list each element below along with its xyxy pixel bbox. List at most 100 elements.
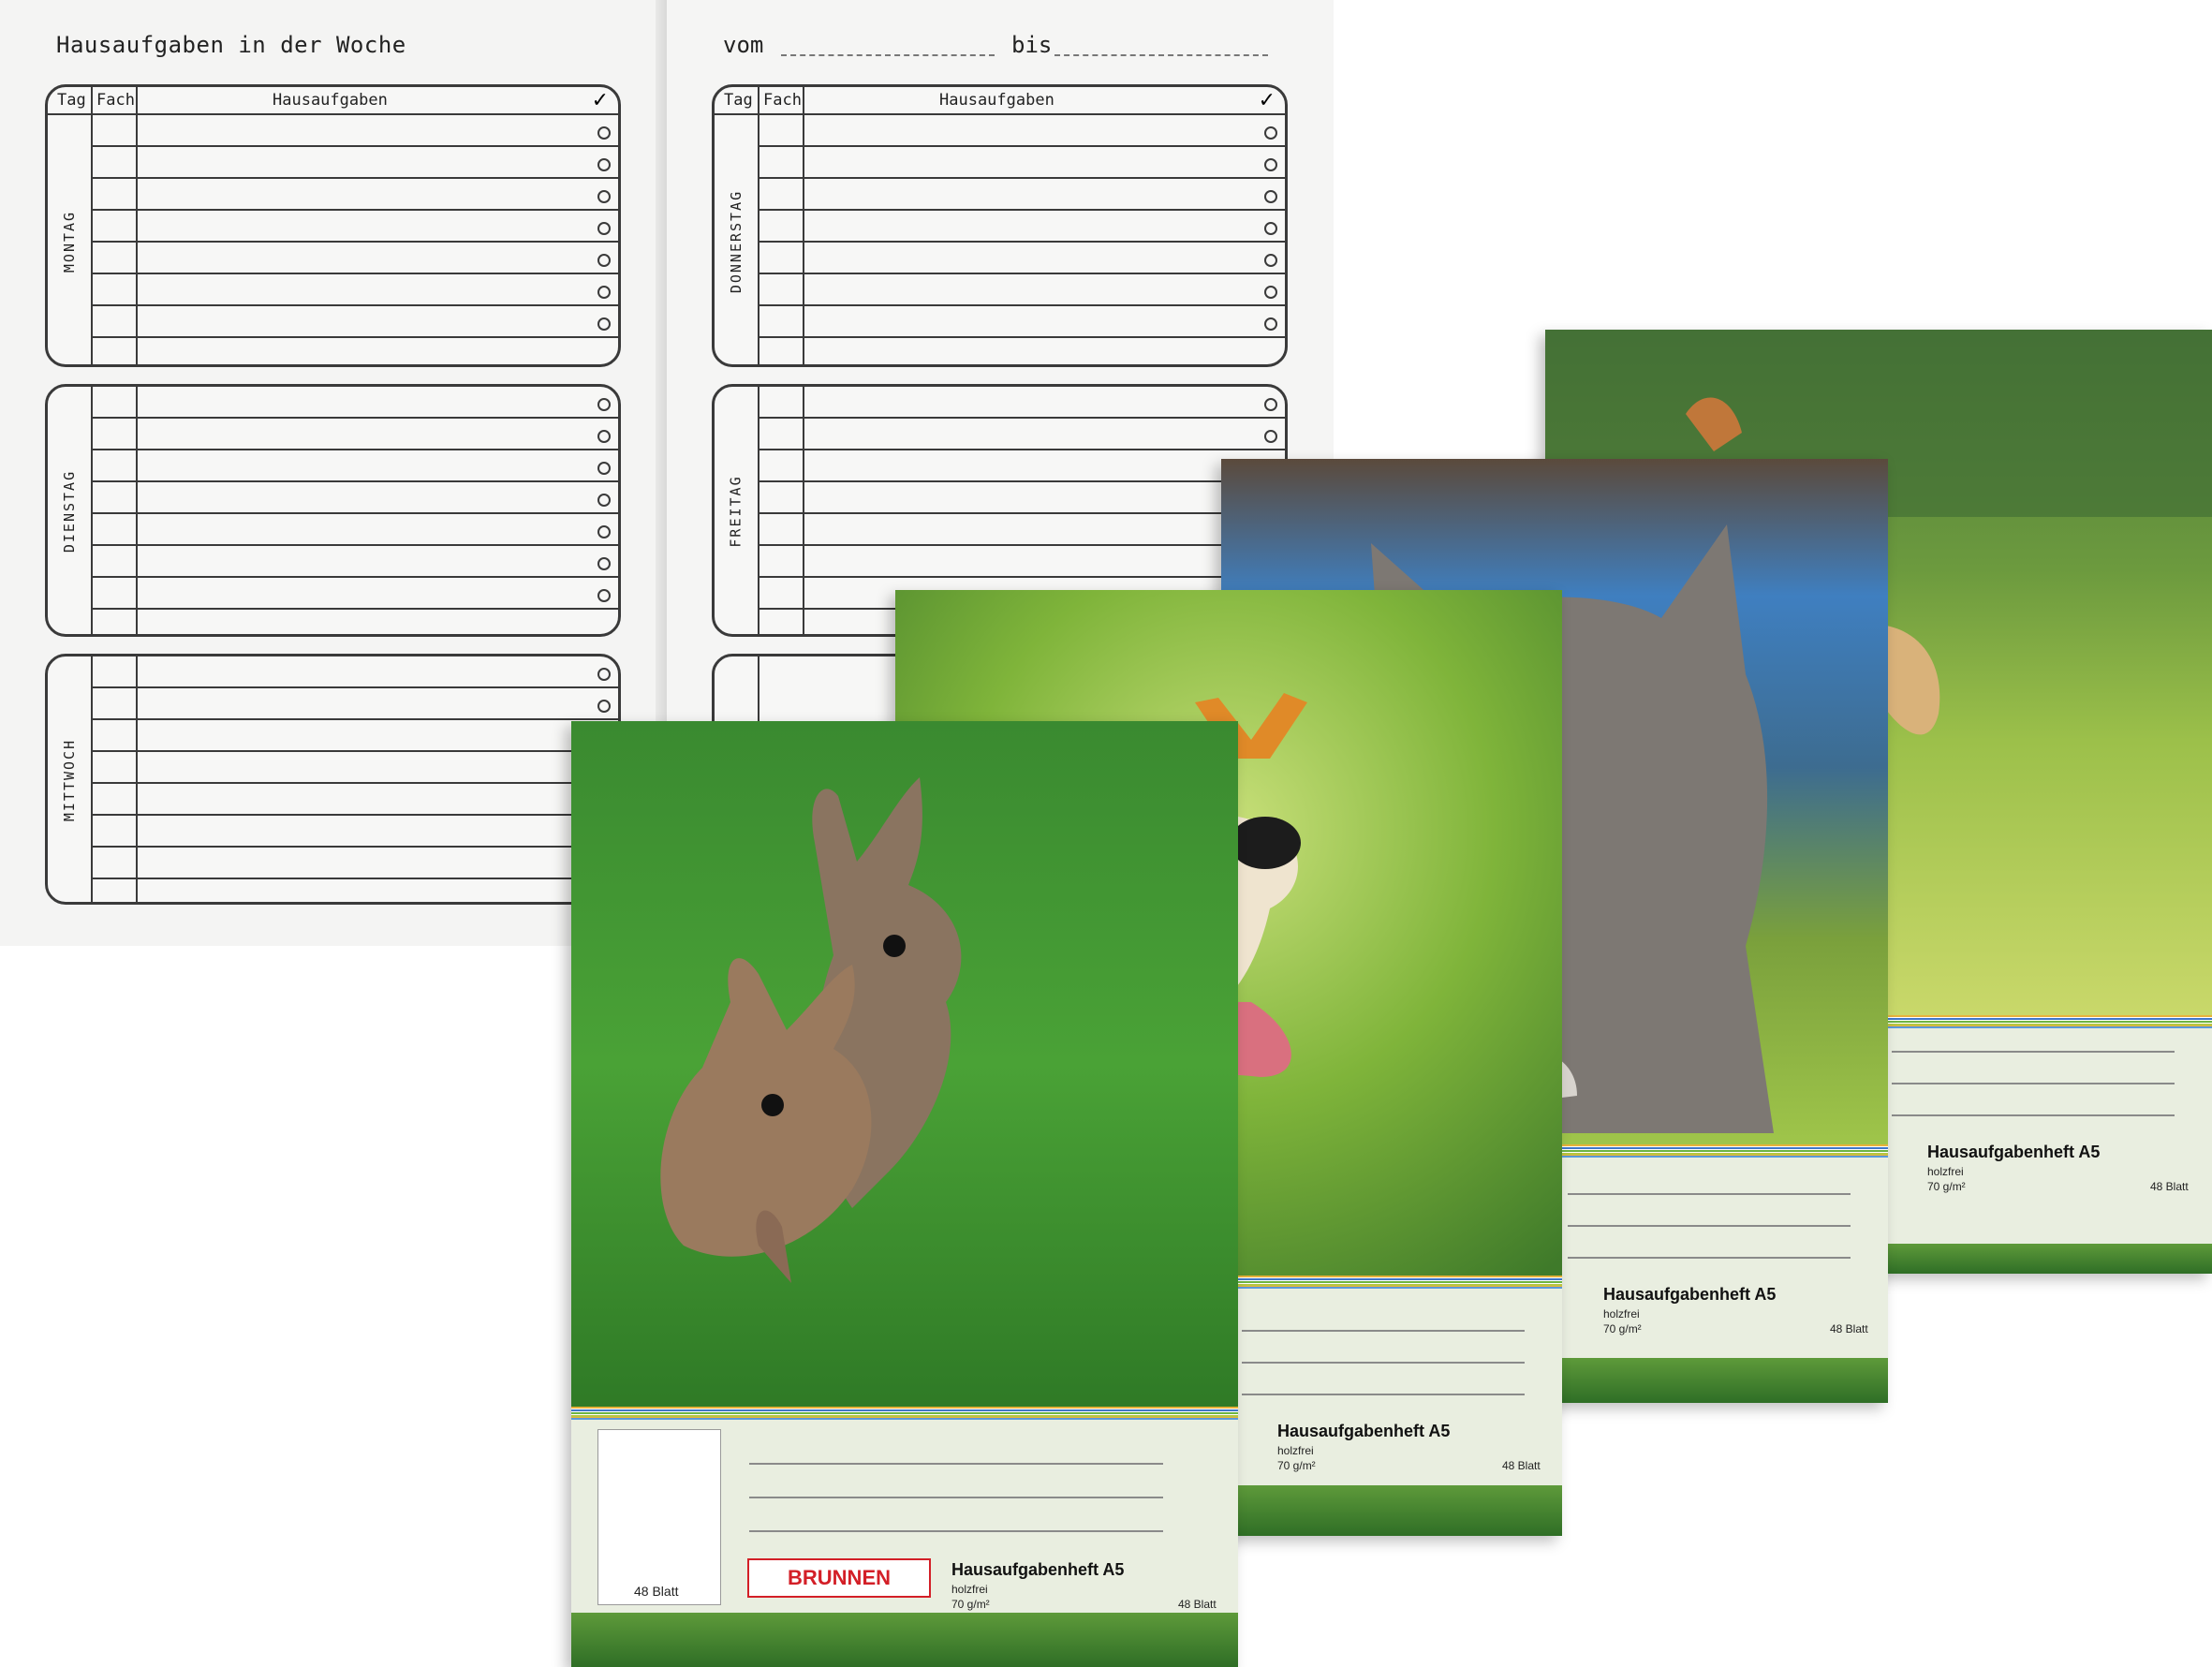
row-line [91, 846, 618, 848]
checkbox-circle[interactable] [597, 430, 611, 443]
checkbox-circle[interactable] [597, 190, 611, 203]
subject-column-divider [803, 87, 804, 364]
row-line [758, 512, 1285, 514]
day-column-divider [91, 87, 93, 364]
cover-rabbits[interactable]: 48 Blatt BRUNNEN Hausaufgabenheft A5 hol… [571, 721, 1238, 1667]
row-line [91, 449, 618, 450]
row-line [758, 417, 1285, 419]
row-line [91, 750, 618, 752]
write-line[interactable] [1892, 1114, 2175, 1116]
checkbox-circle[interactable] [1264, 254, 1277, 267]
color-stripes [571, 1407, 1238, 1420]
day-label: DONNERSTAG [728, 189, 745, 294]
day-box-wednesday: MITTWOCH [45, 654, 621, 905]
checkbox-circle[interactable] [597, 557, 611, 570]
cover-weight: 70 g/m² [1603, 1322, 1642, 1335]
row-line [91, 273, 618, 274]
cover-weight: 70 g/m² [1927, 1180, 1966, 1193]
subject-column-divider [136, 656, 138, 902]
write-line[interactable] [1242, 1394, 1525, 1395]
row-line [91, 576, 618, 578]
day-box-tuesday: DIENSTAG [45, 384, 621, 637]
checkbox-circle[interactable] [597, 286, 611, 299]
checkbox-circle[interactable] [597, 462, 611, 475]
write-line[interactable] [1568, 1193, 1851, 1195]
mini-planner-preview: 48 Blatt [597, 1429, 721, 1605]
write-line[interactable] [1568, 1257, 1851, 1259]
row-line [91, 145, 618, 147]
row-line [758, 480, 1285, 482]
day-label: MITTWOCH [61, 738, 78, 822]
row-line [758, 177, 1285, 179]
row-line [91, 814, 618, 816]
day-label-box: FREITAG [715, 387, 758, 636]
cover-sheets: 48 Blatt [1830, 1322, 1868, 1335]
row-line [758, 544, 1285, 546]
from-date-field[interactable] [781, 54, 995, 56]
day-label-box: DIENSTAG [48, 387, 91, 636]
checkbox-circle[interactable] [1264, 190, 1277, 203]
checkbox-circle[interactable] [1264, 398, 1277, 411]
row-line [91, 544, 618, 546]
checkmark-icon: ✓ [591, 89, 609, 112]
col-header-day: Tag [57, 91, 86, 110]
checkbox-circle[interactable] [597, 494, 611, 507]
row-line [91, 512, 618, 514]
day-column-divider [91, 387, 93, 634]
checkbox-circle[interactable] [597, 158, 611, 171]
checkbox-circle[interactable] [1264, 126, 1277, 140]
row-line [758, 576, 1285, 578]
day-label: FREITAG [728, 475, 745, 548]
cover-title: Hausaufgabenheft A5 [1927, 1143, 2101, 1161]
checkbox-circle[interactable] [597, 254, 611, 267]
checkbox-circle[interactable] [1264, 317, 1277, 331]
checkbox-circle[interactable] [1264, 222, 1277, 235]
write-line[interactable] [749, 1463, 1163, 1465]
day-box-thursday: Tag Fach Hausaufgaben ✓ DONNERSTAG [712, 84, 1288, 367]
checkbox-circle[interactable] [597, 222, 611, 235]
cover-title: Hausaufgabenheft A5 [1603, 1285, 1777, 1304]
checkbox-circle[interactable] [597, 398, 611, 411]
write-line[interactable] [1568, 1225, 1851, 1227]
write-line[interactable] [749, 1530, 1163, 1532]
rabbits-photo [571, 721, 1238, 1407]
row-line [758, 241, 1285, 243]
checkbox-circle[interactable] [1264, 286, 1277, 299]
cover-sheets: 48 Blatt [2150, 1180, 2189, 1193]
write-line[interactable] [749, 1497, 1163, 1498]
day-label-box: MONTAG [48, 115, 91, 368]
checkbox-circle[interactable] [1264, 430, 1277, 443]
checkbox-circle[interactable] [597, 668, 611, 681]
checkbox-circle[interactable] [597, 700, 611, 713]
row-line [91, 686, 618, 688]
write-line[interactable] [1892, 1051, 2175, 1053]
checkbox-circle[interactable] [1264, 158, 1277, 171]
col-header-homework: Hausaufgaben [939, 91, 1054, 110]
row-line [91, 209, 618, 211]
write-line[interactable] [1892, 1083, 2175, 1084]
write-line[interactable] [1242, 1330, 1525, 1332]
row-line [91, 177, 618, 179]
cover-paper: holzfrei [951, 1583, 988, 1596]
header-divider [715, 113, 1285, 115]
checkbox-circle[interactable] [597, 317, 611, 331]
day-label: DIENSTAG [61, 469, 78, 553]
col-header-day: Tag [724, 91, 753, 110]
cover-label: 48 Blatt BRUNNEN Hausaufgabenheft A5 hol… [571, 1420, 1238, 1613]
checkbox-circle[interactable] [597, 525, 611, 538]
brunnen-logo-icon: BRUNNEN [747, 1558, 931, 1598]
planner-left-page: Hausaufgaben in der Woche Tag Fach Hausa… [0, 0, 663, 946]
col-header-subject: Fach [763, 91, 802, 110]
row-line [91, 241, 618, 243]
day-column-divider [758, 87, 759, 364]
cover-sheets: 48 Blatt [1178, 1598, 1217, 1611]
write-line[interactable] [1242, 1362, 1525, 1364]
to-date-field[interactable] [1054, 54, 1268, 56]
row-line [758, 336, 1285, 338]
row-line [758, 145, 1285, 147]
checkbox-circle[interactable] [597, 589, 611, 602]
checkbox-circle[interactable] [597, 126, 611, 140]
mini-planner-sheets: 48 Blatt [634, 1584, 679, 1599]
day-label: MONTAG [61, 210, 78, 273]
cover-paper: holzfrei [1277, 1444, 1314, 1457]
